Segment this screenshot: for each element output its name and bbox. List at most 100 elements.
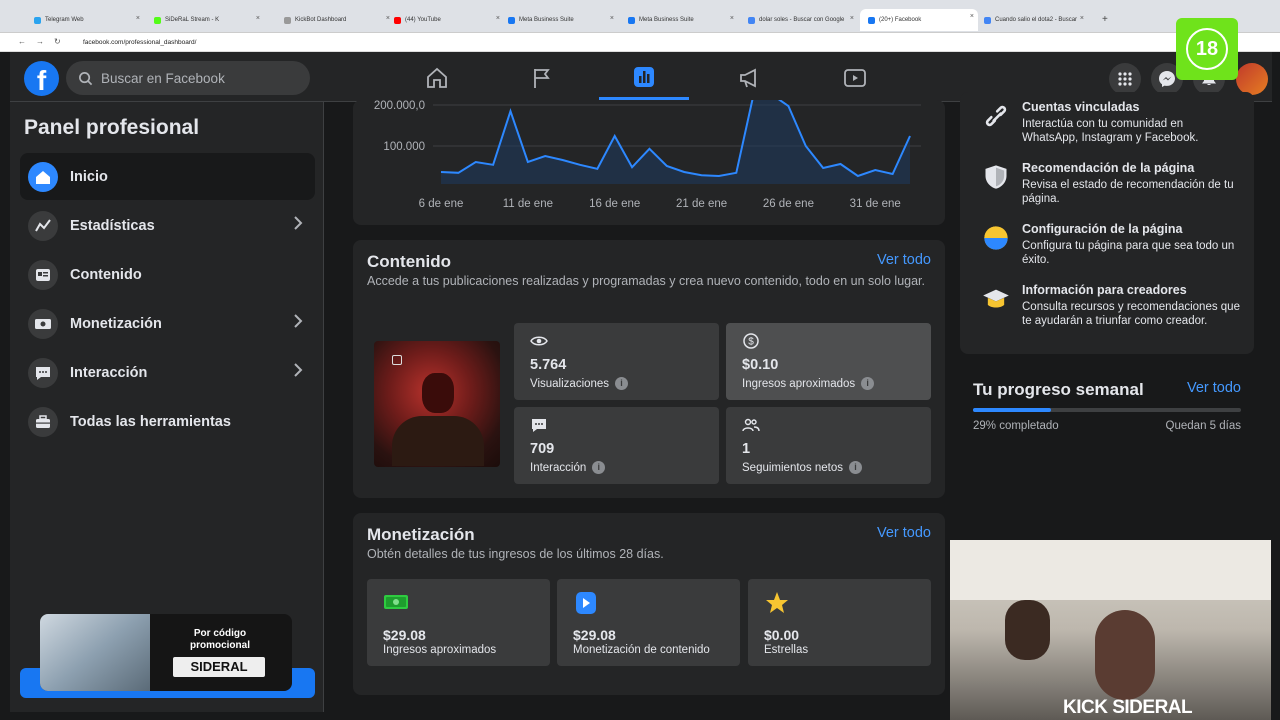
- content-stat-tile[interactable]: 709 Interacción i: [514, 407, 719, 484]
- nav-video[interactable]: [810, 56, 900, 100]
- info-icon[interactable]: i: [861, 377, 875, 390]
- tab-close-icon[interactable]: ×: [136, 15, 140, 22]
- monetization-tile[interactable]: $29.08 Ingresos aproximados: [367, 579, 550, 666]
- nav-ads[interactable]: [705, 56, 795, 100]
- svg-text:$: $: [748, 337, 754, 348]
- browser-tab[interactable]: (44) YouTube ×: [386, 11, 504, 29]
- forward-icon[interactable]: →: [36, 37, 44, 46]
- sidebar-item[interactable]: Inicio: [20, 153, 315, 200]
- monetization-tile[interactable]: $0.00 Estrellas: [748, 579, 931, 666]
- progress-see-all-link[interactable]: Ver todo: [1187, 380, 1241, 396]
- flag-icon: [534, 69, 550, 88]
- tab-label: Meta Business Suite: [519, 17, 574, 23]
- browser-tab[interactable]: dolar soles - Buscar con Google ×: [740, 11, 858, 29]
- tab-close-icon[interactable]: ×: [1080, 15, 1084, 22]
- tool-item-description: Revisa el estado de recomendación de tu …: [1022, 179, 1234, 205]
- search-placeholder: Buscar en Facebook: [101, 70, 225, 86]
- content-stat-tile[interactable]: 1 Seguimientos netos i: [726, 407, 931, 484]
- home-icon: [427, 67, 447, 88]
- stat-label: Visualizaciones: [530, 377, 610, 390]
- tool-item[interactable]: Información para creadores Consulta recur…: [962, 283, 1252, 338]
- monetization-description: Obtén detalles de tus ingresos de los úl…: [367, 547, 664, 561]
- age-badge-text: 18: [1186, 28, 1228, 70]
- stat-value: $0.10: [742, 357, 779, 373]
- content-card: Contenido Ver todo Accede a tus publicac…: [353, 240, 945, 498]
- browser-tab[interactable]: KickBot Dashboard ×: [276, 11, 394, 29]
- search-input[interactable]: Buscar en Facebook: [66, 61, 310, 95]
- stat-label-row: Ingresos aproximados i: [742, 377, 875, 390]
- info-icon[interactable]: i: [592, 461, 606, 474]
- nav-dashboard[interactable]: [599, 56, 689, 100]
- tab-close-icon[interactable]: ×: [256, 15, 260, 22]
- chevron-right-icon: [291, 362, 305, 382]
- content-stat-tile[interactable]: 5.764 Visualizaciones i: [514, 323, 719, 400]
- thumbnail-body: [392, 416, 484, 466]
- tool-item-description: Consulta recursos y recomendaciones que …: [1022, 301, 1240, 327]
- chart-y-tick-label: 200.000,0: [374, 100, 425, 112]
- browser-tab[interactable]: SiDeRaL Stream - K ×: [146, 11, 264, 29]
- reload-icon[interactable]: ↻: [54, 37, 61, 46]
- stat-value: 5.764: [530, 357, 567, 373]
- info-icon[interactable]: i: [849, 461, 863, 474]
- monetization-label: Estrellas: [764, 644, 809, 656]
- browser-tab[interactable]: Cuando salio el dota2 - Buscar ×: [976, 11, 1088, 29]
- browser-tab[interactable]: (20+) Facebook ×: [860, 9, 978, 31]
- sidebar-item[interactable]: Estadísticas: [20, 202, 315, 249]
- monetization-card: Monetización Ver todo Obtén detalles de …: [353, 513, 945, 695]
- dollar-icon: $: [743, 333, 759, 349]
- chart-y-tick-label: 100.000: [383, 141, 425, 153]
- menu-button[interactable]: [1109, 63, 1141, 95]
- sidebar-item[interactable]: Contenido: [20, 251, 315, 298]
- nav-home[interactable]: [392, 56, 482, 100]
- sidebar-item-label: Todas las herramientas: [70, 413, 231, 430]
- dashboard-icon: [634, 66, 654, 87]
- tab-close-icon[interactable]: ×: [850, 15, 854, 22]
- content-stat-tile[interactable]: $ $0.10 Ingresos aproximados i: [726, 323, 931, 400]
- tab-label: dolar soles - Buscar con Google: [759, 17, 845, 23]
- play-icon: [576, 592, 596, 614]
- link-icon: [985, 105, 1007, 127]
- stat-label-row: Visualizaciones i: [530, 377, 629, 390]
- promo-code: SIDERAL: [173, 657, 265, 677]
- chart-x-tick-label: 11 de ene: [503, 198, 553, 210]
- chart-card: 200.000,0 100.000 6 de ene 11 de ene 16 de e…: [353, 93, 945, 225]
- tab-favicon-icon: [394, 16, 401, 24]
- sidebar-item[interactable]: Todas las herramientas: [20, 398, 315, 445]
- tool-item-title: Información para creadores: [1022, 283, 1187, 297]
- post-thumbnail[interactable]: [374, 341, 500, 467]
- chart-x-tick-label: 16 de ene: [589, 198, 640, 210]
- address-bar[interactable]: ← → ↻ facebook.com/professional_dashboar…: [0, 33, 1280, 52]
- browser-tab[interactable]: Meta Business Suite ×: [620, 11, 738, 29]
- shield-icon: [985, 165, 1007, 189]
- stat-value: 1: [742, 441, 751, 457]
- sidebar-item-label: Estadísticas: [70, 217, 155, 234]
- browser-tab[interactable]: Meta Business Suite ×: [500, 11, 618, 29]
- new-tab-button[interactable]: +: [1102, 14, 1108, 25]
- back-icon[interactable]: ←: [18, 37, 26, 46]
- browser-tab[interactable]: Telegram Web ×: [26, 11, 144, 29]
- nav-pages[interactable]: [497, 56, 587, 100]
- monetization-title: Monetización: [367, 525, 475, 544]
- sidebar-item-label: Interacción: [70, 364, 148, 381]
- tab-label: Cuando salio el dota2 - Buscar: [995, 17, 1078, 23]
- tool-item[interactable]: Recomendación de la página Revisa el esta…: [962, 161, 1252, 216]
- sidebar-item[interactable]: Monetización: [20, 300, 315, 347]
- tool-item-title: Configuración de la página: [1022, 222, 1183, 236]
- home-icon: [28, 161, 58, 192]
- tool-item[interactable]: Cuentas vinculadas Interactúa con tu comu…: [962, 100, 1252, 155]
- tab-close-icon[interactable]: ×: [970, 13, 974, 20]
- tab-close-icon[interactable]: ×: [730, 15, 734, 22]
- stat-value: 709: [530, 441, 555, 457]
- url-text[interactable]: facebook.com/professional_dashboard/: [83, 36, 196, 49]
- sidebar-item-label: Inicio: [70, 168, 108, 185]
- info-icon[interactable]: i: [615, 377, 629, 390]
- monetization-tile[interactable]: $29.08 Monetización de contenido: [557, 579, 740, 666]
- tab-close-icon[interactable]: ×: [610, 15, 614, 22]
- sidebar-title: Panel profesional: [24, 116, 200, 139]
- sidebar-item[interactable]: Interacción: [20, 349, 315, 396]
- facebook-logo[interactable]: f: [24, 61, 59, 96]
- content-see-all-link[interactable]: Ver todo: [877, 252, 931, 268]
- profile-avatar[interactable]: [1236, 63, 1268, 95]
- tool-item[interactable]: Configuración de la página Configura tu p…: [962, 222, 1252, 277]
- monetization-see-all-link[interactable]: Ver todo: [877, 525, 931, 541]
